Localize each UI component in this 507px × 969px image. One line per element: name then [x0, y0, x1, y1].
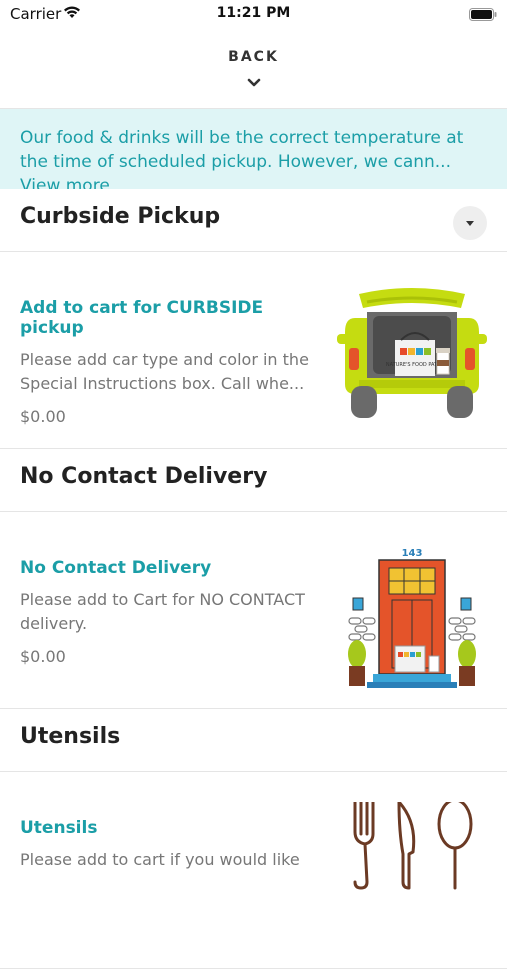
item-description: Please add to cart if you would like — [20, 850, 300, 869]
front-door-illustration: 143 — [337, 542, 487, 688]
section-title: Utensils — [20, 724, 121, 749]
caret-down-icon — [466, 220, 474, 226]
menu-item-curbside[interactable]: Add to cart for CURBSIDE pickup Please a… — [0, 252, 507, 449]
temperature-notice: Our food & drinks will be the correct te… — [0, 109, 507, 189]
section-title: No Contact Delivery — [20, 464, 268, 489]
item-text: Utensils Please add to cart if you would… — [20, 818, 320, 872]
section-header-no-contact: No Contact Delivery — [0, 449, 507, 512]
house-number: 143 — [402, 548, 423, 559]
item-title: No Contact Delivery — [20, 558, 212, 578]
bag-brand-text: NATURE'S FOOD PATCH — [386, 362, 444, 368]
menu-item-utensils[interactable]: Utensils Please add to cart if you would… — [0, 772, 507, 969]
back-bar[interactable]: BACK — [0, 28, 507, 109]
item-title: Add to cart for CURBSIDE pickup — [20, 298, 264, 338]
car-trunk-illustration: NATURE'S FOOD PATCH — [337, 282, 487, 422]
notice-text: Our food & drinks will be the correct te… — [20, 128, 464, 172]
item-description: Please add car type and color in the Spe… — [20, 350, 309, 393]
chevron-down-icon[interactable] — [0, 73, 507, 92]
collapse-button[interactable] — [453, 206, 487, 240]
item-price: $0.00 — [20, 647, 66, 666]
item-title: Utensils — [20, 818, 98, 838]
view-more-link[interactable]: View more — [20, 176, 110, 189]
status-bar: Carrier 11:21 PM — [0, 0, 507, 28]
section-header-curbside: Curbside Pickup — [0, 189, 507, 252]
section-title: Curbside Pickup — [20, 204, 221, 229]
item-text: Add to cart for CURBSIDE pickup Please a… — [20, 298, 320, 426]
clock: 11:21 PM — [216, 5, 291, 21]
item-text: No Contact Delivery Please add to Cart f… — [20, 558, 320, 666]
battery-icon — [469, 7, 497, 25]
menu-item-no-contact[interactable]: No Contact Delivery Please add to Cart f… — [0, 512, 507, 709]
item-price: $0.00 — [20, 407, 66, 426]
utensils-illustration — [337, 798, 487, 942]
item-description: Please add to Cart for NO CONTACT delive… — [20, 590, 305, 633]
section-header-utensils: Utensils — [0, 709, 507, 772]
back-button[interactable]: BACK — [0, 49, 507, 65]
